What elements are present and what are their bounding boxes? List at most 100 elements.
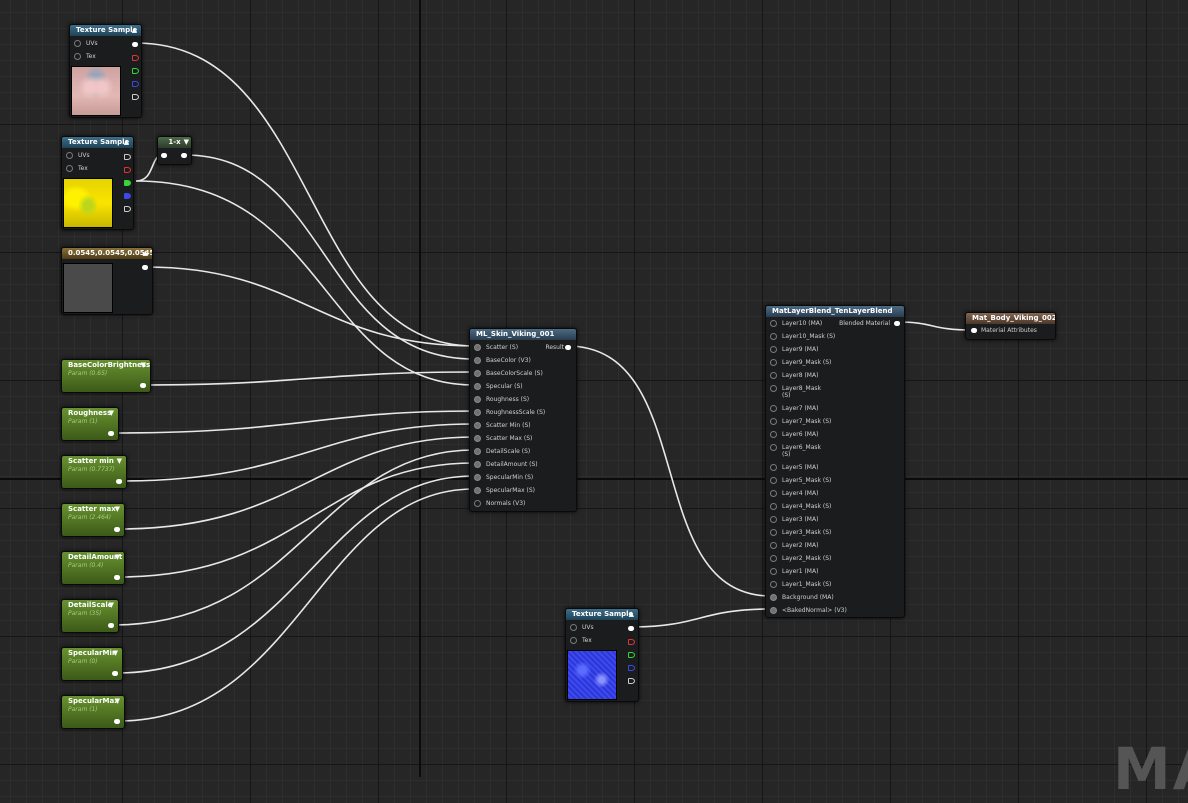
collapse-icon[interactable]: ▲ [124, 137, 129, 148]
input-pin-icon[interactable] [971, 328, 977, 333]
input-row[interactable]: Layer2_Mask (S) [770, 554, 831, 563]
input-row[interactable]: BaseColor (V3) [474, 356, 531, 365]
input-row[interactable]: Normals (V3) [474, 499, 525, 508]
output-pin-icon[interactable] [565, 345, 571, 350]
input-row[interactable]: Specular (S) [474, 382, 523, 391]
scalar-param-node[interactable]: SpecularMax ▼ Param (1) [61, 695, 125, 729]
collapse-icon[interactable]: ▼ [115, 552, 120, 563]
input-row[interactable]: Layer10 (MA) [770, 319, 822, 328]
input-row[interactable]: Layer9_Mask (S) [770, 358, 831, 367]
input-row[interactable]: Layer8_Mask (S) [770, 384, 821, 399]
input-tex[interactable]: Tex [74, 52, 96, 61]
texture-sample-node[interactable]: Texture Sample ▲ UVs Tex [61, 136, 134, 230]
output-pin-icon[interactable] [181, 153, 187, 158]
output-b-pin-icon[interactable] [628, 665, 635, 671]
collapse-icon[interactable]: ▼ [115, 696, 120, 707]
texture-sample-node[interactable]: Texture Sample ▲ UVs Tex [565, 608, 639, 702]
output-rgb-pin-icon[interactable] [124, 154, 131, 160]
output-pin-icon[interactable] [116, 479, 122, 484]
output-r-pin-icon[interactable] [132, 55, 139, 61]
input-pin-icon [474, 448, 481, 455]
scalar-param-node[interactable]: SpecularMin ▼ Param (0) [61, 647, 123, 681]
collapse-icon[interactable]: ▼ [109, 408, 114, 419]
input-row[interactable]: Layer3_Mask (S) [770, 528, 831, 537]
input-row[interactable]: Scatter Max (S) [474, 434, 532, 443]
input-row[interactable]: Scatter (S) [474, 343, 518, 352]
output-a-pin-icon[interactable] [132, 94, 139, 100]
collapse-icon[interactable]: ▼ [141, 360, 146, 371]
input-row[interactable]: Layer8 (MA) [770, 371, 818, 380]
output-g-pin-icon[interactable] [132, 68, 139, 74]
input-row[interactable]: Layer5_Mask (S) [770, 476, 831, 485]
output-pin-icon[interactable] [142, 265, 148, 270]
material-output-node[interactable]: Mat_Body_Viking_002 Material Attributes [965, 312, 1056, 340]
input-row[interactable]: SpecularMin (S) [474, 473, 533, 482]
input-uvs[interactable]: UVs [66, 151, 90, 160]
input-row[interactable]: Layer2 (MA) [770, 541, 818, 550]
output-g-pin-icon[interactable] [628, 652, 635, 658]
scalar-param-node[interactable]: DetailAmount ▼ Param (0.4) [61, 551, 125, 585]
input-row[interactable]: BaseColorScale (S) [474, 369, 543, 378]
scalar-param-node[interactable]: DetailScale ▼ Param (35) [61, 599, 119, 633]
input-row[interactable]: Layer4_Mask (S) [770, 502, 831, 511]
output-pin-icon[interactable] [140, 383, 146, 388]
output-pin-icon[interactable] [108, 431, 114, 436]
collapse-icon[interactable]: ▲ [132, 25, 137, 36]
collapse-icon[interactable]: ▼ [113, 648, 118, 659]
input-pin-icon[interactable] [161, 153, 167, 158]
output-a-pin-icon[interactable] [628, 678, 635, 684]
input-row[interactable]: Roughness (S) [474, 395, 529, 404]
output-g-pin-icon[interactable] [124, 180, 131, 186]
scalar-param-node[interactable]: Roughness ▼ Param (1) [61, 407, 119, 441]
collapse-icon[interactable]: ▼ [109, 600, 114, 611]
collapse-icon[interactable]: ▼ [115, 504, 120, 515]
input-row[interactable]: Layer7_Mask (S) [770, 417, 831, 426]
input-row[interactable]: Layer10_Mask (S) [770, 332, 835, 341]
input-row[interactable]: RoughnessScale (S) [474, 408, 545, 417]
output-pin-icon[interactable] [112, 671, 118, 676]
collapse-icon[interactable]: ▼ [184, 137, 189, 148]
constant-vector-node[interactable]: 0.0545,0.0545,0.0545 ▲ [61, 247, 153, 315]
output-rgb-pin-icon[interactable] [628, 626, 634, 631]
input-tex[interactable]: Tex [570, 636, 592, 645]
collapse-icon[interactable]: ▼ [117, 456, 122, 467]
output-rgb-pin-icon[interactable] [132, 42, 138, 47]
output-pin-icon[interactable] [894, 321, 900, 326]
input-row[interactable]: Layer5 (MA) [770, 463, 818, 472]
material-function-node[interactable]: MatLayerBlend_TenLayerBlend Blended Mate… [765, 305, 905, 618]
input-row[interactable]: Layer4 (MA) [770, 489, 818, 498]
output-b-pin-icon[interactable] [132, 81, 139, 87]
input-uvs[interactable]: UVs [570, 623, 594, 632]
input-row[interactable]: Scatter Min (S) [474, 421, 531, 430]
input-row[interactable]: Layer3 (MA) [770, 515, 818, 524]
one-minus-node[interactable]: 1-x ▼ [157, 136, 192, 165]
input-row[interactable]: Layer1_Mask (S) [770, 580, 831, 589]
texture-sample-node[interactable]: Texture Sample ▲ UVs Tex [69, 24, 142, 118]
scalar-param-node[interactable]: Scatter min ▼ Param (0.7737) [61, 455, 127, 489]
collapse-icon[interactable]: ▲ [629, 609, 634, 620]
output-r-pin-icon[interactable] [124, 167, 131, 173]
material-function-node[interactable]: ML_Skin_Viking_001 Result Scatter (S) Bas… [469, 328, 577, 512]
output-pin-icon[interactable] [114, 527, 120, 532]
output-pin-icon[interactable] [108, 623, 114, 628]
input-row[interactable]: DetailAmount (S) [474, 460, 538, 469]
input-uvs[interactable]: UVs [74, 39, 98, 48]
output-pin-icon[interactable] [114, 719, 120, 724]
input-row[interactable]: Layer6 (MA) [770, 430, 818, 439]
output-b-pin-icon[interactable] [124, 193, 131, 199]
input-row[interactable]: Layer6_Mask (S) [770, 443, 821, 458]
input-row[interactable]: <BakedNormal> (V3) [770, 606, 847, 615]
input-row[interactable]: Layer7 (MA) [770, 404, 818, 413]
scalar-param-node[interactable]: Scatter max ▼ Param (2.464) [61, 503, 125, 537]
collapse-icon[interactable]: ▲ [143, 248, 148, 259]
input-row[interactable]: SpecularMax (S) [474, 486, 535, 495]
output-r-pin-icon[interactable] [628, 639, 635, 645]
output-pin-icon[interactable] [114, 575, 120, 580]
input-row[interactable]: Background (MA) [770, 593, 834, 602]
scalar-param-node[interactable]: BaseColorBrightness ▼ Param (0.65) [61, 359, 151, 393]
input-tex[interactable]: Tex [66, 164, 88, 173]
input-row[interactable]: Layer1 (MA) [770, 567, 818, 576]
output-a-pin-icon[interactable] [124, 206, 131, 212]
input-row[interactable]: Layer9 (MA) [770, 345, 818, 354]
input-row[interactable]: DetailScale (S) [474, 447, 530, 456]
